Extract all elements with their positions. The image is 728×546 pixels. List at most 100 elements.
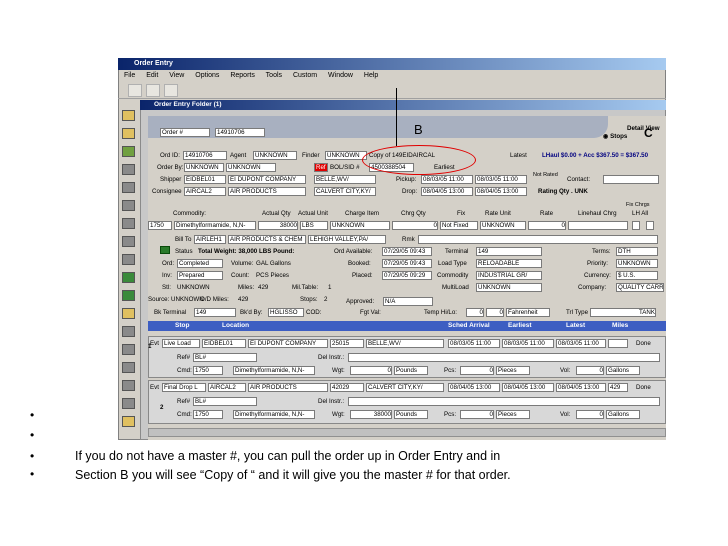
stop-1-city-field[interactable]: BELLE,WV/ [366,339,444,348]
stop-1-pcs-field[interactable]: 0 [460,366,494,375]
menu-edit[interactable]: Edit [146,72,158,79]
rate-field[interactable]: 0 [528,221,566,230]
stop-1-miles-field[interactable] [608,339,628,348]
stop-2-cmd-code-field[interactable]: 1750 [193,410,223,419]
tools-icon[interactable] [122,218,135,229]
rate-unit-field[interactable]: UNKNOWN [480,221,526,230]
bill-to-city-field[interactable]: LEHIGH VALLEY,PA/ [308,235,386,244]
bill-to-code-field[interactable]: AIRLEH1 [194,235,226,244]
stop-2-earliest-field[interactable]: 08/04/05 13:00 [502,383,554,392]
stop-1-latest-field[interactable]: 08/03/05 11:00 [556,339,606,348]
booked-field[interactable]: 07/29/05 09:43 [382,259,432,268]
menu-options[interactable]: Options [195,72,219,79]
stop-1-code-field[interactable]: EIDBEL01 [202,339,246,348]
placed-field[interactable]: 07/29/05 09:29 [382,271,432,280]
stop-2-pcs-field[interactable]: 0 [460,410,494,419]
menu-custom[interactable]: Custom [293,72,317,79]
drop-from-field[interactable]: 08/04/05 13:00 [421,187,473,196]
load-type-field[interactable]: RELOADABLE [476,259,542,268]
open-folder-icon[interactable] [128,84,142,97]
actual-unit-field[interactable]: LBS [300,221,328,230]
ord-id-field[interactable]: 14910706 [183,151,227,160]
route-icon[interactable] [122,272,135,283]
trl-type-field[interactable]: TANK [590,308,656,317]
multiload-field[interactable]: UNKNOWN [476,283,542,292]
drop-to-field[interactable]: 08/04/05 13:00 [475,187,527,196]
order-by-code[interactable]: UNKNOWN [184,163,224,172]
stop-1-vol-unit-field[interactable]: Gallons [606,366,640,375]
finder-field[interactable]: UNKNOWN [325,151,367,160]
company-field[interactable]: QUALITY CARRIE [616,283,664,292]
list-icon[interactable] [122,182,135,193]
save-icon[interactable] [146,84,160,97]
sound-icon[interactable] [122,398,135,409]
document-icon[interactable] [122,164,135,175]
temp-unit-field[interactable]: Fahrenheit [506,308,550,317]
stop-2-pcs-unit-field[interactable]: Pieces [496,410,530,419]
lh-all-checkbox[interactable] [646,221,654,230]
c-radio-label[interactable]: C [644,127,653,139]
currency-field[interactable]: $ U.S. [616,271,658,280]
stop-2-city-field[interactable]: CALVERT CITY,KY/ [366,383,444,392]
help-icon[interactable] [122,416,135,427]
chrg-qty-field[interactable]: 0 [392,221,438,230]
stop-1-ref-field[interactable]: BL# [193,353,257,362]
grid-icon[interactable] [122,200,135,211]
bk-terminal-field[interactable]: 149 [194,308,236,317]
stop-1-event-field[interactable]: Live Load [162,339,200,348]
building-icon[interactable] [122,344,135,355]
menu-help[interactable]: Help [364,72,378,79]
truck-icon[interactable] [122,326,135,337]
temp-hi-field[interactable]: 0 [466,308,484,317]
tree-icon[interactable] [164,84,178,97]
linehaul-chrg-field[interactable] [568,221,628,230]
stop-1-name-field[interactable]: EI DUPONT COMPANY [248,339,328,348]
agent-field[interactable]: UNKNOWN [253,151,297,160]
pencil-icon[interactable] [122,236,135,247]
stop-2-vol-unit-field[interactable]: Gallons [606,410,640,419]
stop-2-name-field[interactable]: AIR PRODUCTS [248,383,328,392]
stop-2-ref-field[interactable]: BL# [193,397,257,406]
priority-field[interactable]: UNKNOWN [616,259,658,268]
calculator-icon[interactable] [122,362,135,373]
stop-2-del-instr-field[interactable] [348,397,660,406]
stop-1-cmd-name-field[interactable]: Dimethylformamide, N,N- [233,366,315,375]
stop-2-zip-field[interactable]: 42029 [330,383,364,392]
stop-2-miles-field[interactable]: 429 [608,383,628,392]
tree-status-icon[interactable] [160,246,170,254]
ref-button[interactable]: Ref [314,163,328,172]
fix-chrgs-checkbox[interactable] [632,221,640,230]
order-number-field[interactable]: 14910706 [215,128,265,137]
bill-to-name-field[interactable]: AIR PRODUCTS & CHEM [228,235,306,244]
bkd-by-field[interactable]: HGLISSO [268,308,304,317]
remarks-field[interactable] [418,235,658,244]
temp-lo-field[interactable]: 0 [486,308,504,317]
stop-1-earliest-field[interactable]: 08/03/05 11:00 [502,339,554,348]
commodity-code-field[interactable]: 1750 [148,221,172,230]
stop-2-cmd-name-field[interactable]: Dimethylformamide, N,N- [233,410,315,419]
terminal-field[interactable]: 149 [476,247,542,256]
folder-open-icon[interactable] [122,128,135,139]
stop-1-del-instr-field[interactable] [348,353,660,362]
stop-1-wgt-unit-field[interactable]: Pounds [394,366,428,375]
pickup-from-field[interactable]: 08/03/05 11:00 [421,175,473,184]
ord-status-field[interactable]: Completed [177,259,223,268]
pickup-to-field[interactable]: 08/03/05 11:00 [475,175,527,184]
order-by-name[interactable]: UNKNOWN [226,163,276,172]
menu-file[interactable]: File [124,72,135,79]
stop-1-sched-field[interactable]: 08/03/05 11:00 [448,339,500,348]
menu-reports[interactable]: Reports [230,72,255,79]
fix-field[interactable]: Not Fixed [440,221,478,230]
charge-item-field[interactable]: UNKNOWN [330,221,390,230]
menu-window[interactable]: Window [328,72,353,79]
menu-tools[interactable]: Tools [266,72,282,79]
actual-qty-field[interactable]: 38000 [258,221,298,230]
stop-1-vol-field[interactable]: 0 [576,366,604,375]
table-icon[interactable] [122,254,135,265]
commodity-class-field[interactable]: INDUSTRIAL GR/ [476,271,542,280]
shipper-code-field[interactable]: EIDBEL01 [184,175,226,184]
map-icon[interactable] [122,290,135,301]
stop-2-sched-field[interactable]: 08/04/05 13:00 [448,383,500,392]
consignee-code-field[interactable]: AIRCAL2 [184,187,226,196]
check-icon[interactable] [122,146,135,157]
